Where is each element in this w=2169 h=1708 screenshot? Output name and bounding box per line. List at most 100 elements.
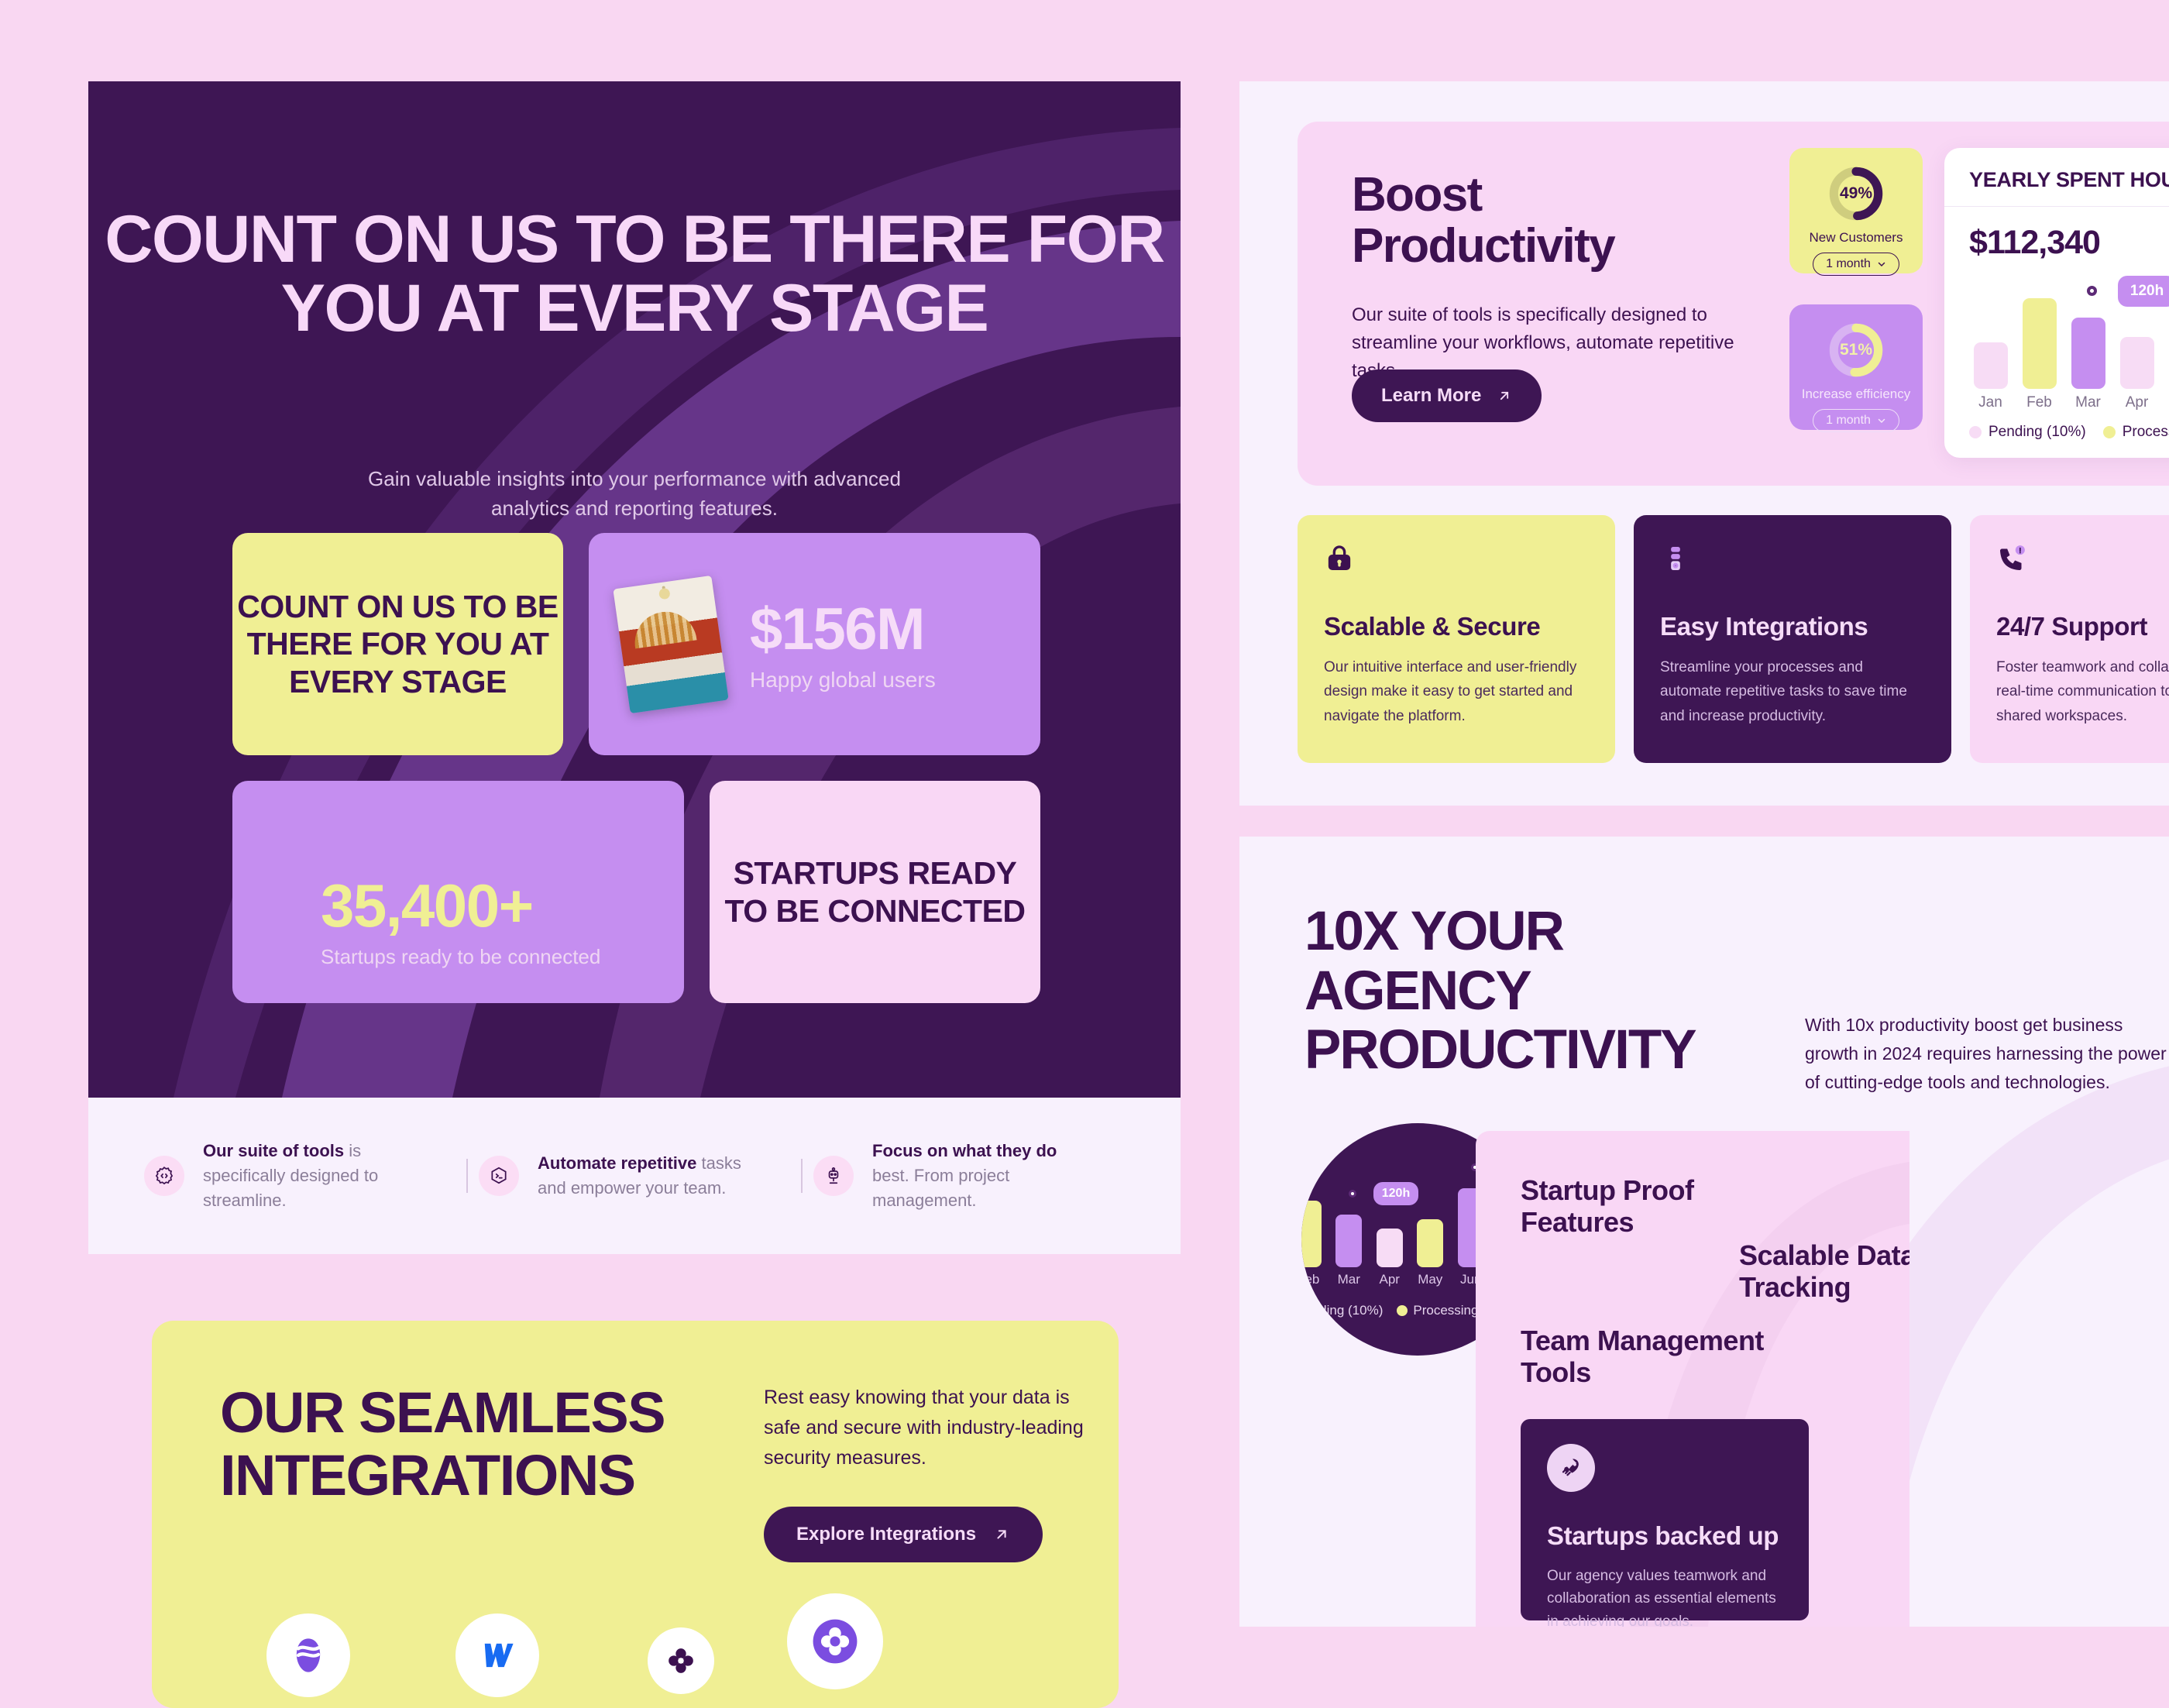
legend-label: Pending (10%) bbox=[1301, 1303, 1383, 1318]
learn-more-button[interactable]: Learn More bbox=[1352, 369, 1542, 422]
boost-title: Boost Productivity bbox=[1352, 170, 1716, 271]
chart-tick-label: Jan bbox=[1966, 394, 2015, 411]
chevron-down-icon bbox=[1877, 416, 1886, 425]
stat-card-text: STARTUPS READY TO BE CONNECTED bbox=[710, 854, 1040, 930]
chart-title: YEARLY SPENT HOURS bbox=[1944, 148, 2169, 207]
phone-icon bbox=[1996, 543, 2027, 574]
chart-legend-item: Processing bbox=[2103, 424, 2169, 441]
proof-heading-2: Scalable Data Tracking bbox=[1739, 1239, 1909, 1303]
divider bbox=[801, 1159, 803, 1193]
chart-bar bbox=[2120, 337, 2154, 389]
hero-title: COUNT ON US TO BE THERE FOR YOU AT EVERY… bbox=[88, 205, 1181, 342]
proof-heading-3: Team Management Tools bbox=[1521, 1325, 1776, 1388]
feature-card-support: 24/7 Support Foster teamwork and collabo… bbox=[1970, 515, 2169, 763]
circular-chart-tick: Mar bbox=[1329, 1272, 1370, 1287]
rocket-glyph bbox=[1559, 1455, 1583, 1480]
chart-tick-label: May bbox=[2161, 394, 2169, 411]
legend-color-dot bbox=[1969, 426, 1982, 438]
proof-heading-1: Startup Proof Features bbox=[1521, 1174, 1722, 1238]
left-column: COUNT ON US TO BE THERE FOR YOU AT EVERY… bbox=[88, 81, 1181, 1677]
explore-integrations-label: Explore Integrations bbox=[796, 1524, 976, 1545]
donut-chart: 49% bbox=[1827, 165, 1885, 222]
backed-up-title: Startups backed up bbox=[1547, 1521, 1782, 1551]
circular-legend-item: Processing bbox=[1397, 1303, 1478, 1318]
feature-card-body: Our intuitive interface and user-friendl… bbox=[1324, 655, 1589, 728]
chart-bar bbox=[2071, 318, 2105, 389]
chart-bar-column bbox=[2015, 271, 2064, 389]
rocket-icon bbox=[1547, 1444, 1595, 1492]
circular-chart-bar bbox=[1301, 1201, 1322, 1267]
yearly-spent-hours-card: YEARLY SPENT HOURS $112,340 120h200h Jan… bbox=[1944, 148, 2169, 458]
chart-legend: Pending (10%)ProcessingDone bbox=[1944, 411, 2169, 441]
terminal-icon bbox=[479, 1156, 519, 1196]
feature-card-body: Foster teamwork and collaboration with r… bbox=[1996, 655, 2169, 728]
donut-period-value: 1 month bbox=[1826, 257, 1871, 271]
hero-subtitle: Gain valuable insights into your perform… bbox=[363, 465, 906, 523]
startup-proof-card: Startup Proof Features Scalable Data Tra… bbox=[1476, 1131, 1909, 1627]
donut-card-new-customers: 49% New Customers 1 month bbox=[1789, 148, 1923, 273]
chart-bar bbox=[2023, 298, 2057, 389]
circular-chart-bar bbox=[1377, 1229, 1403, 1267]
boost-panel: Boost Productivity Our suite of tools is… bbox=[1239, 81, 2169, 806]
integrations-description: Rest easy knowing that your data is safe… bbox=[764, 1383, 1089, 1473]
feature-strip-item: Automate repetitive tasks and empower yo… bbox=[479, 1151, 790, 1201]
donut-value: 49% bbox=[1827, 165, 1885, 222]
webflow-logo-icon bbox=[477, 1635, 517, 1675]
circular-chart-tooltip: 120h bbox=[1373, 1182, 1418, 1205]
feature-card-body: Streamline your processes and automate r… bbox=[1660, 655, 1925, 728]
donut-period-value: 1 month bbox=[1826, 414, 1871, 428]
circular-chart-bar bbox=[1335, 1215, 1362, 1267]
agency-intro: With 10x productivity boost get business… bbox=[1805, 1011, 2169, 1096]
wave-logo-icon bbox=[288, 1635, 328, 1675]
integration-logo-row bbox=[152, 1561, 1119, 1708]
learn-more-label: Learn More bbox=[1381, 385, 1481, 407]
feature-card-title: Scalable & Secure bbox=[1324, 612, 1589, 641]
chart-plot-area: 120h200h bbox=[1966, 271, 2169, 389]
feature-card-title: Easy Integrations bbox=[1660, 612, 1925, 641]
hero-section: COUNT ON US TO BE THERE FOR YOU AT EVERY… bbox=[88, 81, 1181, 1098]
feature-card-easy-integrations: Easy Integrations Streamline your proces… bbox=[1634, 515, 1951, 763]
arrow-up-right-icon bbox=[993, 1526, 1010, 1543]
integration-logo-flower-badge[interactable] bbox=[787, 1593, 883, 1689]
boost-productivity-card: Boost Productivity Our suite of tools is… bbox=[1298, 122, 2169, 486]
poster-canvas: COUNT ON US TO BE THERE FOR YOU AT EVERY… bbox=[0, 0, 2169, 1627]
circular-legend-item: Pending (10%) bbox=[1301, 1303, 1383, 1318]
flower-badge-logo-icon bbox=[811, 1617, 859, 1665]
explore-integrations-button[interactable]: Explore Integrations bbox=[764, 1507, 1043, 1562]
donut-period-select[interactable]: 1 month bbox=[1813, 409, 1899, 432]
robot-icon bbox=[813, 1156, 854, 1196]
feature-strip-item: Focus on what they do best. From project… bbox=[813, 1139, 1125, 1213]
code-gear-icon bbox=[144, 1156, 184, 1196]
feature-strip-text: Automate repetitive tasks and empower yo… bbox=[538, 1151, 747, 1201]
chart-x-tick-labels: JanFebMarAprMayJunJulAug bbox=[1966, 394, 2169, 411]
integration-logo-wave[interactable] bbox=[266, 1613, 350, 1697]
feature-strip: Our suite of tools is specifically desig… bbox=[88, 1098, 1181, 1254]
integration-logo-webflow[interactable] bbox=[455, 1613, 539, 1697]
integration-logo-clover[interactable] bbox=[648, 1627, 714, 1694]
circular-chart-tick: May bbox=[1410, 1272, 1451, 1287]
startups-backed-up-card: Startups backed up Our agency values tea… bbox=[1521, 1419, 1809, 1620]
chart-tooltip-dot bbox=[2087, 286, 2097, 296]
chart-bar-column bbox=[1966, 271, 2015, 389]
divider bbox=[466, 1159, 468, 1193]
donut-period-select[interactable]: 1 month bbox=[1813, 253, 1899, 276]
integrations-title: OUR SEAMLESS INTEGRATIONS bbox=[220, 1381, 700, 1507]
donut-label: Increase efficiency bbox=[1802, 387, 1910, 402]
donut-chart: 51% bbox=[1827, 321, 1885, 379]
lock-icon bbox=[1324, 543, 1355, 574]
clover-logo-icon bbox=[665, 1645, 696, 1676]
legend-color-dot bbox=[1397, 1305, 1408, 1316]
stat-card-revenue: $156M Happy global users bbox=[589, 533, 1040, 755]
feature-strip-text: Our suite of tools is specifically desig… bbox=[203, 1139, 412, 1213]
feature-strip-bold: Automate repetitive bbox=[538, 1153, 696, 1173]
chart-legend-item: Pending (10%) bbox=[1969, 424, 2086, 441]
chart-tick-label: Mar bbox=[2064, 394, 2112, 411]
circular-chart-bar bbox=[1417, 1219, 1443, 1267]
feature-strip-bold: Focus on what they do bbox=[872, 1141, 1057, 1160]
stat-label: Happy global users bbox=[750, 668, 936, 692]
feature-card-scalable-secure: Scalable & Secure Our intuitive interfac… bbox=[1298, 515, 1615, 763]
feature-strip-item: Our suite of tools is specifically desig… bbox=[144, 1139, 455, 1213]
feature-card-row: Scalable & Secure Our intuitive interfac… bbox=[1298, 515, 2169, 763]
backed-up-body: Our agency values teamwork and collabora… bbox=[1547, 1565, 1782, 1627]
arrow-up-right-icon bbox=[1497, 388, 1512, 404]
